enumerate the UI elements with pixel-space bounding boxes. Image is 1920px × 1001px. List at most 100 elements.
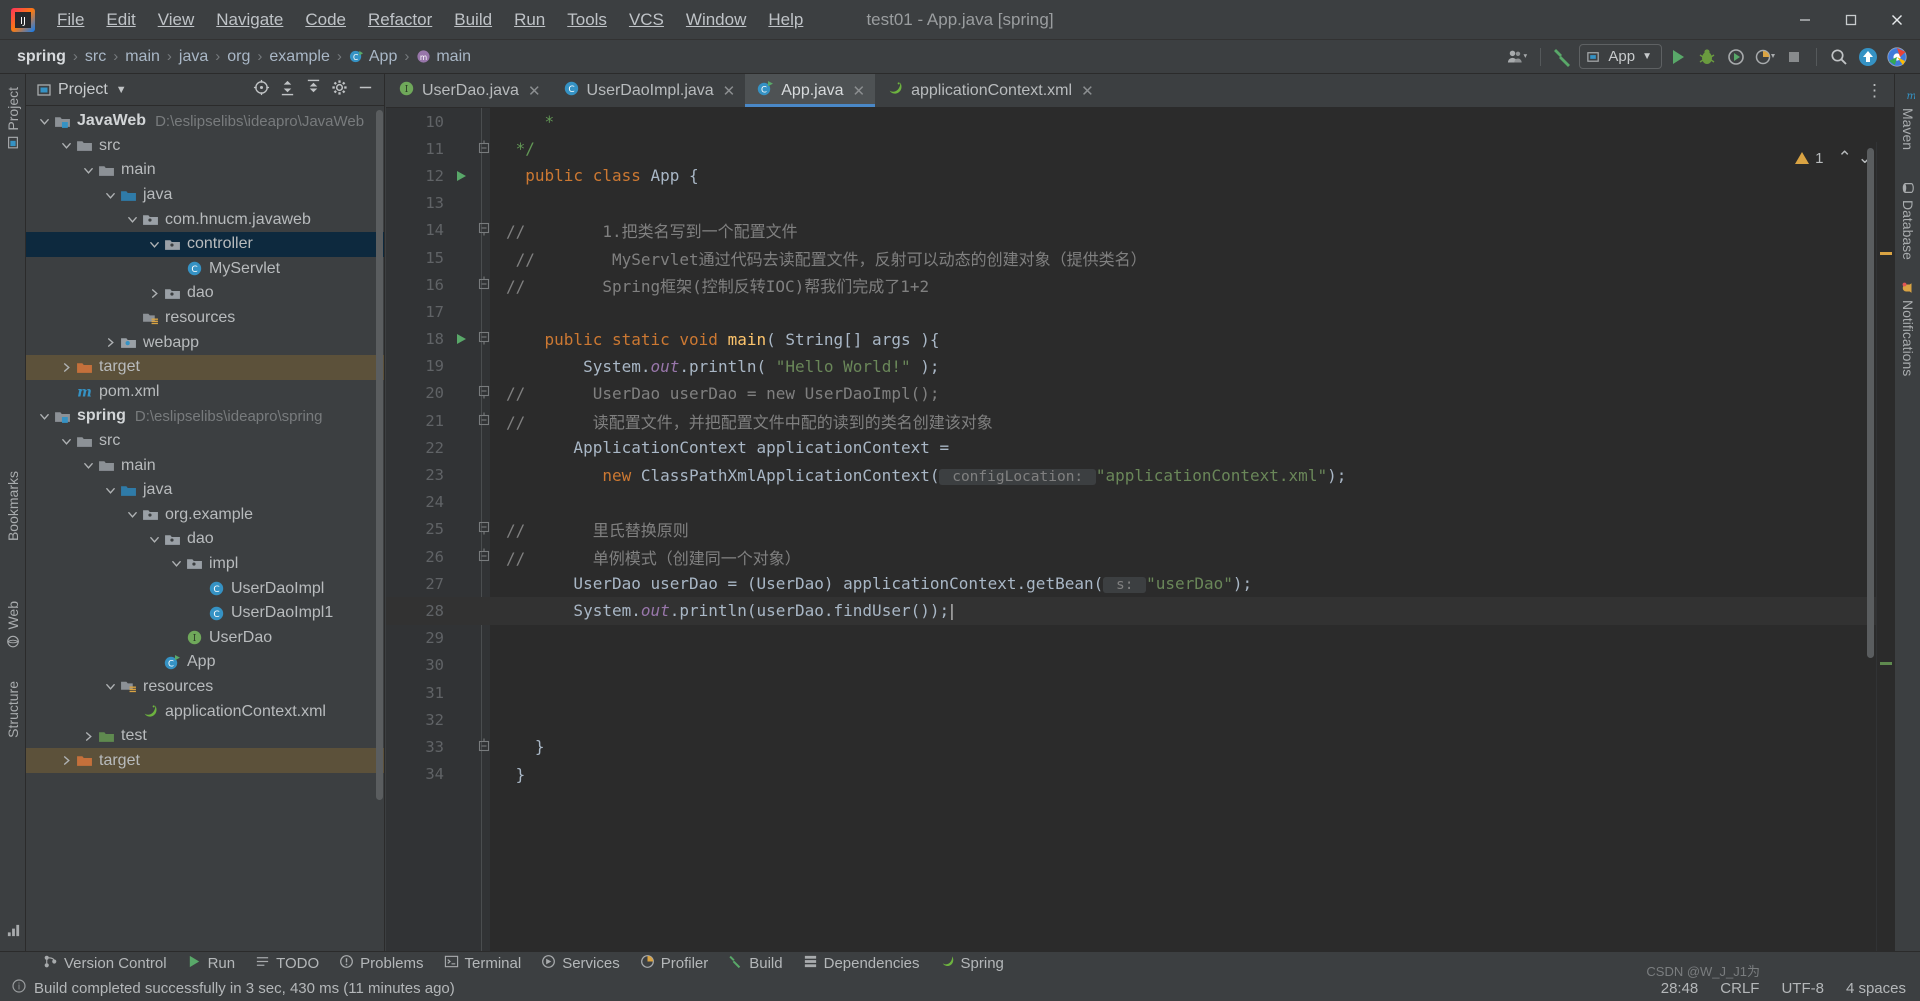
inspection-widget[interactable]: 1 ⌃ ⌄ (1795, 148, 1872, 168)
tree-expand-arrow[interactable] (60, 435, 73, 448)
fold-end-icon[interactable] (478, 738, 490, 752)
tree-expand-arrow[interactable] (104, 680, 117, 693)
more-options-icon[interactable]: ⋮ (1866, 81, 1884, 101)
run-gutter-icon[interactable] (454, 169, 468, 183)
fold-end-icon[interactable] (478, 412, 490, 426)
fold-start-icon[interactable] (478, 331, 490, 345)
code-line[interactable]: 22 ApplicationContext applicationContext… (386, 434, 1894, 461)
tree-node-pom-xml[interactable]: m pom.xml (26, 380, 384, 405)
tree-expand-arrow[interactable] (82, 730, 95, 743)
run-gutter-icon[interactable] (454, 332, 468, 346)
close-icon[interactable] (1874, 0, 1920, 40)
tree-node-java[interactable]: java (26, 478, 384, 503)
fold-start-icon[interactable] (478, 521, 490, 535)
tree-node-main[interactable]: main (26, 453, 384, 478)
chevron-down-icon[interactable] (83, 460, 94, 471)
chevron-right-icon[interactable] (61, 755, 72, 766)
menu-tools[interactable]: Tools (556, 6, 618, 34)
prev-problem-icon[interactable]: ⌃ (1838, 148, 1852, 168)
breadcrumb-item-main-method[interactable]: m main (411, 46, 476, 68)
code-line[interactable]: 17 (386, 298, 1894, 325)
bottom-tool-terminal[interactable]: Terminal (435, 952, 531, 975)
tree-node-myservlet[interactable]: C MyServlet (26, 257, 384, 282)
tree-expand-arrow[interactable] (104, 484, 117, 497)
code-line[interactable]: 24 (386, 489, 1894, 516)
menu-file[interactable]: File (46, 6, 95, 34)
chevron-down-icon[interactable] (39, 116, 50, 127)
code-line[interactable]: 19 System.out.println( "Hello World!" ); (386, 353, 1894, 380)
bottom-tool-profiler[interactable]: Profiler (631, 952, 718, 975)
tree-expand-arrow[interactable] (148, 287, 161, 300)
code-line[interactable]: 34 } (386, 761, 1894, 788)
code-line[interactable]: 30 (386, 652, 1894, 679)
profiler-icon[interactable] (1752, 45, 1778, 69)
bottom-tool-services[interactable]: Services (532, 952, 629, 975)
menu-vcs[interactable]: VCS (618, 6, 675, 34)
menu-edit[interactable]: Edit (95, 6, 146, 34)
chevron-right-icon[interactable] (61, 362, 72, 373)
menu-help[interactable]: Help (757, 6, 814, 34)
code-line[interactable]: 12 public class App { (386, 162, 1894, 189)
bottom-tool-spring[interactable]: Spring (931, 952, 1013, 975)
stripe-tab-structure[interactable]: Structure (0, 674, 26, 745)
code-line[interactable]: 25 // 里氏替换原则 (386, 516, 1894, 543)
run-coverage-icon[interactable] (1723, 45, 1749, 69)
code-line[interactable]: 29 (386, 625, 1894, 652)
tree-node-resources[interactable]: resources (26, 675, 384, 700)
bottom-tool-run[interactable]: Run (178, 952, 245, 975)
chevron-down-icon[interactable] (149, 239, 160, 250)
tree-expand-arrow[interactable] (104, 189, 117, 202)
code-line[interactable]: 10 * (386, 108, 1894, 135)
tree-node-javaweb[interactable]: JavaWeb D:\eslipselibs\ideapro\JavaWeb (26, 109, 384, 134)
bottom-tool-version-control[interactable]: Version Control (34, 952, 176, 975)
settings-gear-icon[interactable] (331, 79, 348, 101)
code-line[interactable]: 16 // Spring框架(控制反转IOC)帮我们完成了1+2 (386, 271, 1894, 298)
tree-node-dao[interactable]: dao (26, 281, 384, 306)
stripe-tab-database[interactable]: Database (1895, 174, 1920, 267)
tree-node-controller[interactable]: controller (26, 231, 384, 257)
code-line[interactable]: 13 (386, 190, 1894, 217)
tree-node-userdao[interactable]: I UserDao (26, 625, 384, 650)
code-line[interactable]: 31 (386, 679, 1894, 706)
tree-node-spring[interactable]: spring D:\eslipselibs\ideapro\spring (26, 404, 384, 429)
code-line[interactable]: 20 // UserDao userDao = new UserDaoImpl()… (386, 380, 1894, 407)
stripe-todo-mark[interactable] (1880, 662, 1892, 665)
run-configuration-selector[interactable]: App ▼ (1579, 44, 1662, 69)
tree-node-test[interactable]: test (26, 724, 384, 749)
settings-stripe-icon[interactable] (6, 923, 21, 943)
editor-tab-userdao-java[interactable]: I UserDao.java ✕ (386, 74, 551, 107)
indent-setting[interactable]: 4 spaces (1846, 980, 1906, 997)
menu-run[interactable]: Run (503, 6, 556, 34)
tree-expand-arrow[interactable] (82, 164, 95, 177)
tree-node-resources[interactable]: resources (26, 306, 384, 331)
code-line[interactable]: 27 UserDao userDao = (UserDao) applicati… (386, 570, 1894, 597)
chevron-down-icon[interactable] (105, 485, 116, 496)
tree-expand-arrow[interactable] (126, 508, 139, 521)
project-tree-scrollbar[interactable] (376, 110, 383, 800)
tree-node-java[interactable]: java (26, 183, 384, 208)
hammer-build-icon[interactable] (1550, 45, 1576, 69)
tree-node-userdaoimpl[interactable]: C UserDaoImpl (26, 576, 384, 601)
tree-node-impl[interactable]: impl (26, 552, 384, 577)
tree-expand-arrow[interactable] (148, 533, 161, 546)
code-line[interactable]: 26 // 单例模式（创建同一个对象） (386, 543, 1894, 570)
stripe-tab-project[interactable]: Project (0, 80, 26, 157)
fold-end-icon[interactable] (478, 548, 490, 562)
chevron-right-icon[interactable] (149, 288, 160, 299)
tree-expand-arrow[interactable] (60, 361, 73, 374)
chevron-down-icon[interactable]: ▼ (116, 84, 127, 96)
breadcrumb-item-spring[interactable]: spring (12, 46, 71, 68)
bottom-tool-todo[interactable]: TODO (246, 952, 328, 975)
chevron-down-icon[interactable] (39, 411, 50, 422)
chevron-down-icon[interactable] (83, 165, 94, 176)
status-message[interactable]: Build completed successfully in 3 sec, 4… (34, 980, 455, 997)
stripe-warning-mark[interactable] (1880, 252, 1892, 255)
project-tree[interactable]: JavaWeb D:\eslipselibs\ideapro\JavaWeb src… (26, 107, 384, 951)
tree-node-src[interactable]: src (26, 429, 384, 454)
tree-node-dao[interactable]: dao (26, 527, 384, 552)
tree-node-webapp[interactable]: webapp (26, 330, 384, 355)
chevron-down-icon[interactable] (61, 436, 72, 447)
bottom-tool-build[interactable]: Build (719, 952, 791, 975)
tree-node-applicationcontext-xml[interactable]: applicationContext.xml (26, 699, 384, 724)
tree-expand-arrow[interactable] (170, 557, 183, 570)
